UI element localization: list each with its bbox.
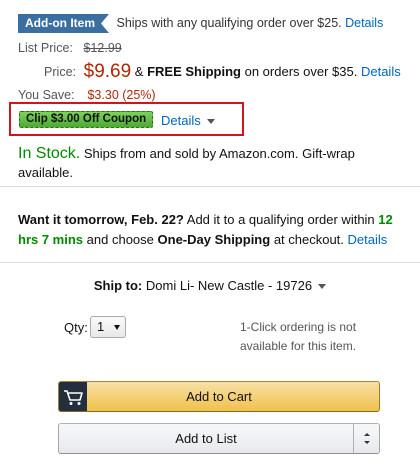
addon-details-link[interactable]: Details <box>345 16 383 30</box>
delivery-message: Want it tomorrow, Feb. 22? Add it to a q… <box>18 210 408 250</box>
add-to-cart-button[interactable]: Add to Cart <box>58 381 380 412</box>
addon-row: Add-on Item Ships with any qualifying or… <box>18 14 383 33</box>
clip-coupon-button[interactable]: Clip $3.00 Off Coupon <box>19 111 154 128</box>
savings-label: You Save: <box>18 88 75 102</box>
ship-to-label: Ship to: <box>93 278 143 293</box>
list-price-value: $12.99 <box>83 41 122 55</box>
shipping-amp: & <box>134 64 144 79</box>
qty-dropdown[interactable]: 1 <box>90 316 126 338</box>
savings-value: $3.30 (25%) <box>87 88 156 102</box>
price-row: Price: $9.69 & FREE Shipping on orders o… <box>18 61 401 83</box>
delivery-text-1: Add it to a qualifying order within <box>186 212 375 227</box>
shipping-text: on orders over $35. <box>244 64 358 79</box>
cart-icon <box>59 382 87 411</box>
divider <box>0 186 420 187</box>
add-to-list-dropdown[interactable] <box>353 424 379 453</box>
one-click-note: 1-Click ordering is not available for th… <box>240 320 357 353</box>
free-shipping-label: FREE Shipping <box>147 64 241 79</box>
list-price-row: List Price: $12.99 <box>18 41 122 55</box>
list-price-label: List Price: <box>18 41 73 55</box>
delivery-method: One-Day Shipping <box>157 232 271 247</box>
savings-row: You Save: $3.30 (25%) <box>18 88 156 102</box>
stock-info: In Stock. Ships from and sold by Amazon.… <box>18 144 410 182</box>
ship-to-address: Domi Li- New Castle - 19726 <box>145 278 313 293</box>
add-to-list-button[interactable]: Add to List <box>58 423 380 454</box>
add-to-list-label: Add to List <box>175 431 237 446</box>
delivery-details-link[interactable]: Details <box>348 232 388 247</box>
dropdown-arrow-icon <box>114 325 120 330</box>
addon-badge: Add-on Item <box>18 14 109 33</box>
add-to-cart-label: Add to Cart <box>186 389 252 404</box>
coupon-details-label: Details <box>161 113 201 128</box>
updown-arrows-icon <box>364 433 370 444</box>
delivery-headline: Want it tomorrow, Feb. 22? <box>18 212 184 227</box>
coupon-details-link[interactable]: Details <box>161 113 215 128</box>
addon-text: Ships with any qualifying order over $25… <box>116 16 342 30</box>
coupon-highlight-box: Clip $3.00 Off Coupon Details <box>9 102 244 136</box>
shipping-details-link[interactable]: Details <box>361 64 401 79</box>
chevron-down-icon <box>206 119 215 125</box>
qty-label: Qty: <box>64 320 88 335</box>
price-value: $9.69 <box>83 61 132 82</box>
delivery-text-2: and choose <box>86 232 154 247</box>
price-label: Price: <box>44 65 76 79</box>
stock-status: In Stock. <box>18 145 81 162</box>
delivery-text-3: at checkout. <box>273 232 344 247</box>
ship-to-selector[interactable]: Ship to: Domi Li- New Castle - 19726 <box>0 278 420 293</box>
divider <box>0 262 420 263</box>
qty-value: 1 <box>97 319 105 334</box>
chevron-down-icon <box>318 284 327 290</box>
